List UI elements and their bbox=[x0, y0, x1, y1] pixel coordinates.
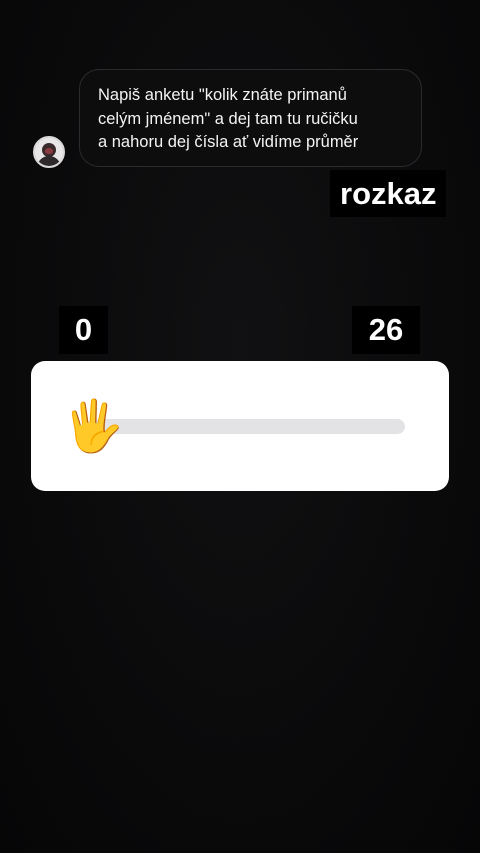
avatar-face-shape bbox=[45, 148, 53, 154]
story-canvas: Napiš anketu "kolik znáte primanů celým … bbox=[0, 0, 480, 853]
raised-hand-icon[interactable]: 🖐 bbox=[62, 396, 124, 456]
message-line: Napiš anketu "kolik znáte primanů bbox=[98, 86, 347, 104]
slider-track[interactable] bbox=[90, 419, 405, 434]
slider-min-label: 0 bbox=[59, 306, 108, 354]
sender-avatar[interactable] bbox=[33, 136, 65, 168]
emoji-slider-sticker[interactable]: 🖐 bbox=[31, 361, 449, 491]
message-line: celým jménem" a dej tam tu ručičku bbox=[98, 109, 358, 128]
slider-max-label: 26 bbox=[352, 306, 420, 354]
message-line: a nahoru dej čísla ať vidíme průměr bbox=[98, 133, 359, 151]
caption-label: rozkaz bbox=[330, 170, 447, 217]
avatar-body-shape bbox=[37, 156, 61, 166]
message-bubble: Napiš anketu "kolik znáte primanů celým … bbox=[79, 69, 422, 167]
